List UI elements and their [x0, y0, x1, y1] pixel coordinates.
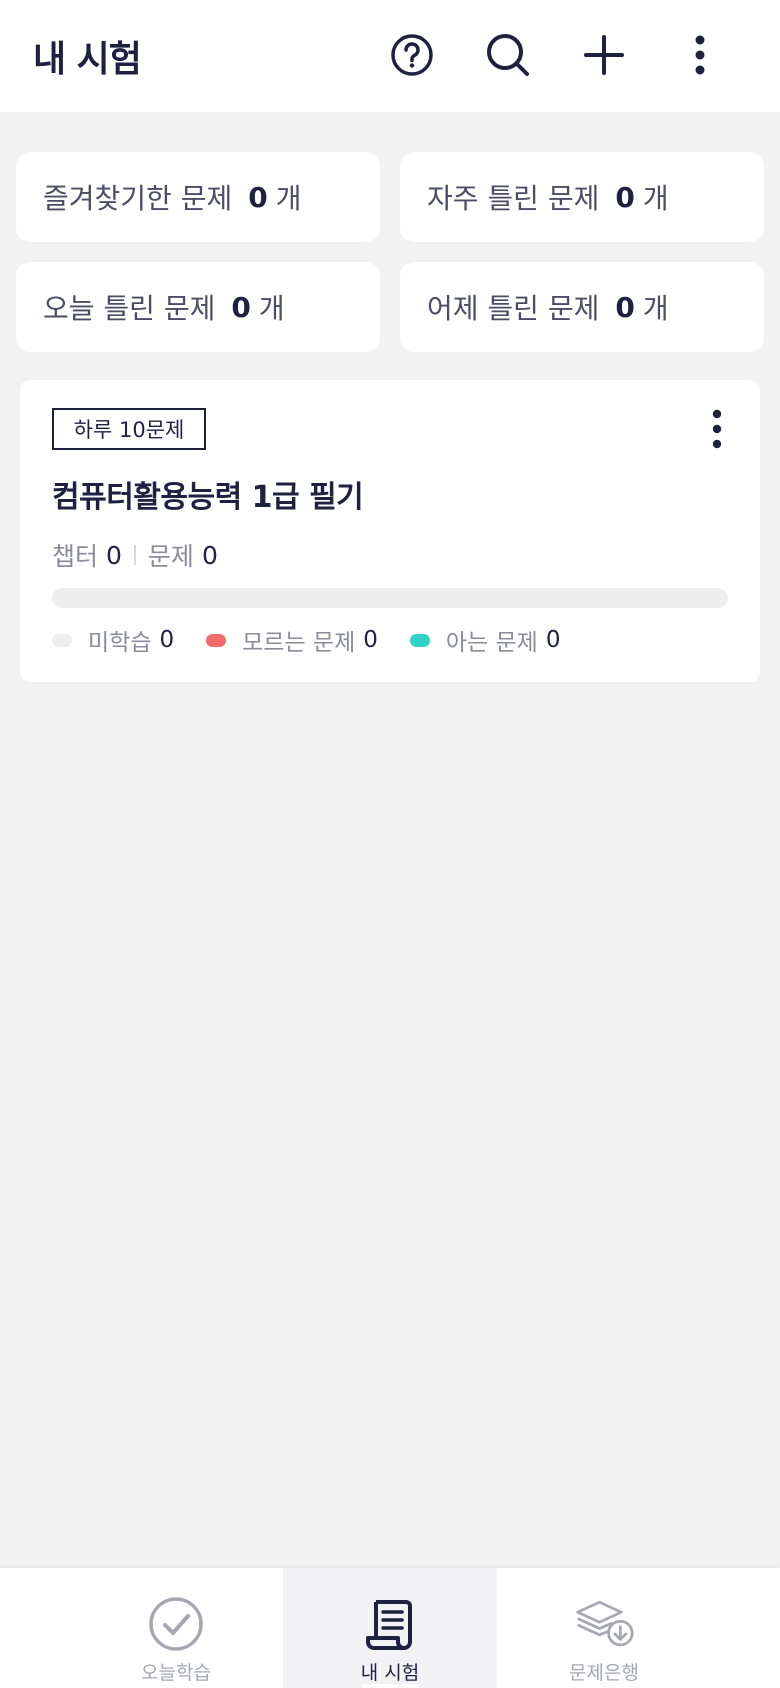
exam-options-button[interactable] [702, 408, 732, 450]
stat-unit: 개 [642, 292, 669, 325]
tab-label: 내 시험 [360, 1662, 420, 1684]
stat-yesterday-wrong[interactable]: 어제 틀린 문제 0 개 [400, 262, 764, 352]
stat-label: 어제 틀린 문제 [427, 292, 600, 325]
stat-unit: 개 [275, 182, 302, 215]
divider [133, 545, 136, 565]
stat-frequent-wrong[interactable]: 자주 틀린 문제 0 개 [400, 152, 764, 242]
stat-label: 오늘 틀린 문제 [43, 292, 216, 325]
more-vertical-icon [695, 35, 705, 75]
exam-title: 컴퓨터활용능력 1급 필기 [52, 480, 364, 515]
legend-count: 0 [159, 627, 175, 653]
layers-download-icon [576, 1600, 634, 1647]
plus-icon [584, 35, 624, 75]
help-button[interactable] [387, 30, 437, 80]
tab-today-study[interactable]: 오늘학습 [70, 1568, 282, 1688]
legend-label: 아는 문제 [445, 630, 538, 656]
legend-count: 0 [545, 627, 561, 653]
add-exam-button[interactable] [579, 30, 629, 80]
stat-today-wrong[interactable]: 오늘 틀린 문제 0 개 [16, 262, 380, 352]
chapter-label: 챕터 [52, 542, 99, 571]
search-icon [487, 34, 529, 76]
stat-label: 즐겨찾기한 문제 [43, 182, 233, 215]
stat-count: 0 [231, 290, 251, 324]
app-header: 내 시험 [0, 0, 780, 112]
legend-dot-unstudied [52, 633, 72, 647]
legend-label: 미학습 [88, 630, 152, 656]
more-options-button[interactable] [675, 30, 725, 80]
check-circle-icon [149, 1597, 203, 1651]
question-count: 0 [201, 540, 218, 570]
stat-label: 자주 틀린 문제 [427, 182, 600, 215]
stat-count: 0 [615, 180, 635, 214]
tab-label: 오늘학습 [141, 1662, 211, 1684]
more-vertical-icon [712, 409, 722, 449]
chapter-count: 0 [106, 540, 122, 570]
stat-unit: 개 [642, 182, 669, 215]
help-icon [391, 34, 433, 76]
stat-count: 0 [615, 290, 635, 324]
legend-dot-unknown [206, 633, 227, 647]
page-title: 내 시험 [33, 39, 142, 80]
active-indicator [362, 1684, 418, 1688]
tab-my-exams[interactable]: 내 시험 [283, 1568, 497, 1688]
search-button[interactable] [483, 30, 533, 80]
legend-label: 모르는 문제 [242, 630, 356, 656]
bottom-navigation: 오늘학습 내 시험 문제은행 [0, 1568, 780, 1688]
progress-legend: 미학습 0 모르는 문제 0 아는 문제 0 [52, 623, 592, 657]
legend-count: 0 [363, 627, 378, 653]
stat-favorite-questions[interactable]: 즐겨찾기한 문제 0 개 [16, 152, 380, 242]
progress-bar [52, 588, 728, 608]
tab-label: 문제은행 [569, 1662, 639, 1684]
stat-unit: 개 [258, 292, 285, 325]
daily-goal-badge: 하루 10문제 [52, 408, 206, 450]
tab-question-bank[interactable]: 문제은행 [498, 1568, 710, 1688]
exam-meta: 챕터 0 문제 0 [52, 537, 218, 573]
stat-count: 0 [248, 180, 268, 214]
question-label: 문제 [147, 542, 194, 571]
legend-dot-known [409, 633, 430, 647]
scroll-icon [366, 1600, 412, 1650]
exam-card[interactable]: 하루 10문제 컴퓨터활용능력 1급 필기 챕터 0 문제 0 미학습 0 모르… [20, 380, 760, 682]
